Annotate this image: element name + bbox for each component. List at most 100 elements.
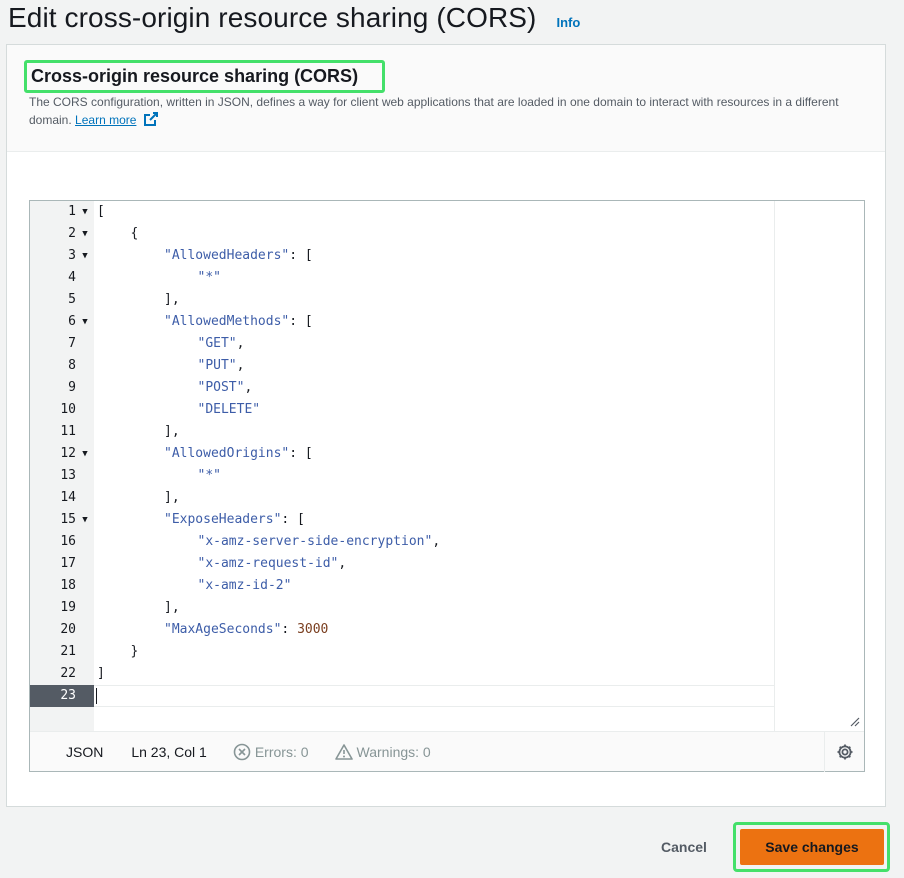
code-editor[interactable]: 1 ▼[2 ▼{3 ▼ "AllowedHeaders": [4 "*" 5], 6 ▼ "All…: [29, 200, 865, 772]
code-string: "AllowedOrigins": [164, 446, 290, 461]
errors-indicator[interactable]: Errors: 0: [233, 743, 309, 761]
line-number: 12: [60, 446, 76, 461]
code-text: "AllowedOrigins": [: [164, 443, 313, 465]
cancel-button[interactable]: Cancel: [640, 830, 728, 864]
fold-toggle-icon[interactable]: ▼: [79, 311, 91, 333]
language-indicator: JSON: [66, 743, 104, 760]
page-title: Edit cross-origin resource sharing (CORS…: [8, 2, 537, 33]
warnings-indicator[interactable]: Warnings: 0: [334, 743, 431, 761]
editor-right-margin: [774, 201, 864, 731]
code-line[interactable]: 18 "x-amz-id-2": [30, 575, 774, 597]
code-punctuation: : [: [289, 314, 313, 329]
code-punctuation: : [: [289, 248, 313, 263]
code-line[interactable]: 2 ▼ {: [30, 223, 774, 245]
code-line[interactable]: 14],: [30, 487, 774, 509]
code-line[interactable]: 9 "POST",: [30, 377, 774, 399]
line-number: 19: [60, 600, 76, 615]
code-text: ],: [164, 289, 180, 311]
section-title: Cross-origin resource sharing (CORS): [31, 66, 359, 86]
warnings-label: Warnings: 0: [356, 743, 431, 760]
code-line[interactable]: 16 "x-amz-server-side-encryption",: [30, 531, 774, 553]
code-line[interactable]: 8 "PUT",: [30, 355, 774, 377]
code-line[interactable]: 5],: [30, 289, 774, 311]
fold-toggle-icon[interactable]: ▼: [79, 223, 91, 245]
line-number: 1: [68, 204, 76, 219]
line-number: 17: [60, 556, 76, 571]
line-number: 3: [68, 248, 76, 263]
code-string: "ExposeHeaders": [164, 512, 282, 527]
code-text: }: [131, 641, 139, 663]
line-number: 23: [60, 688, 76, 703]
code-line[interactable]: 6 ▼ "AllowedMethods": [: [30, 311, 774, 333]
code-string: "PUT": [197, 358, 237, 373]
code-punctuation: ]: [97, 666, 105, 681]
resize-handle-icon[interactable]: [848, 715, 860, 727]
code-line[interactable]: 4 "*": [30, 267, 774, 289]
fold-toggle-icon[interactable]: ▼: [79, 245, 91, 267]
save-changes-button[interactable]: Save changes: [740, 829, 884, 865]
code-punctuation: ],: [164, 292, 180, 307]
info-link[interactable]: Info: [556, 15, 580, 30]
page-header: Edit cross-origin resource sharing (CORS…: [8, 0, 580, 40]
code-line[interactable]: 1 ▼ [: [30, 201, 774, 223]
code-line[interactable]: 12 ▼ "AllowedOrigins": [: [30, 443, 774, 465]
code-punctuation: ],: [164, 600, 180, 615]
line-number: 14: [60, 490, 76, 505]
code-text: "GET",: [198, 333, 245, 355]
code-line[interactable]: 11],: [30, 421, 774, 443]
code-text: "DELETE": [198, 399, 261, 421]
error-icon: [233, 743, 251, 760]
panel-header: Cross-origin resource sharing (CORS) The…: [7, 45, 885, 152]
code-text: "PUT",: [198, 355, 245, 377]
line-number: 11: [60, 424, 76, 439]
fold-toggle-icon[interactable]: ▼: [79, 201, 91, 223]
line-number: 6: [68, 314, 76, 329]
code-line-active[interactable]: 23: [30, 685, 774, 707]
code-punctuation: ],: [164, 424, 180, 439]
code-text: "x-amz-id-2": [198, 575, 292, 597]
code-line[interactable]: 15 ▼ "ExposeHeaders": [: [30, 509, 774, 531]
line-number: 5: [68, 292, 76, 307]
code-text: "ExposeHeaders": [: [164, 509, 305, 531]
code-line[interactable]: 10 "DELETE": [30, 399, 774, 421]
code-string: "MaxAgeSeconds": [164, 622, 282, 637]
code-line[interactable]: 21}: [30, 641, 774, 663]
line-number: 16: [60, 534, 76, 549]
code-line[interactable]: 7 "GET",: [30, 333, 774, 355]
code-string: "AllowedMethods": [164, 314, 290, 329]
line-number: 15: [60, 512, 76, 527]
fold-toggle-icon[interactable]: ▼: [79, 509, 91, 531]
code-line[interactable]: 13 "*": [30, 465, 774, 487]
fold-toggle-icon[interactable]: ▼: [79, 443, 91, 465]
code-text: "MaxAgeSeconds": 3000: [164, 619, 328, 641]
code-punctuation: :: [281, 622, 298, 637]
code-punctuation: }: [130, 644, 139, 659]
line-number: 8: [68, 358, 76, 373]
editor-settings-button[interactable]: [824, 732, 864, 772]
code-text: ],: [164, 421, 180, 443]
code-text: "POST",: [198, 377, 253, 399]
code-string: "*": [197, 468, 221, 483]
gear-icon: [837, 744, 852, 760]
code-string: "POST": [197, 380, 245, 395]
line-number: 10: [60, 402, 76, 417]
external-link-icon[interactable]: [143, 111, 159, 127]
code-line[interactable]: 3 ▼ "AllowedHeaders": [: [30, 245, 774, 267]
line-number: 21: [60, 644, 76, 659]
editor-body[interactable]: 1 ▼[2 ▼{3 ▼ "AllowedHeaders": [4 "*" 5], 6 ▼ "All…: [30, 201, 864, 731]
code-line[interactable]: 19],: [30, 597, 774, 619]
code-line[interactable]: 20 "MaxAgeSeconds": 3000: [30, 619, 774, 641]
learn-more-link[interactable]: Learn more: [75, 113, 136, 127]
warning-icon: [334, 743, 353, 760]
code-punctuation: ,: [236, 358, 245, 373]
code-line[interactable]: 17 "x-amz-request-id",: [30, 553, 774, 575]
line-number: 2: [68, 226, 76, 241]
code-punctuation: ,: [244, 380, 253, 395]
line-number: 20: [60, 622, 76, 637]
code-punctuation: ,: [338, 556, 347, 571]
code-line[interactable]: 22]: [30, 663, 774, 685]
cors-panel: Cross-origin resource sharing (CORS) The…: [6, 44, 886, 807]
code-punctuation: ],: [164, 490, 180, 505]
code-punctuation: : [: [281, 512, 305, 527]
code-string: "DELETE": [197, 402, 261, 417]
